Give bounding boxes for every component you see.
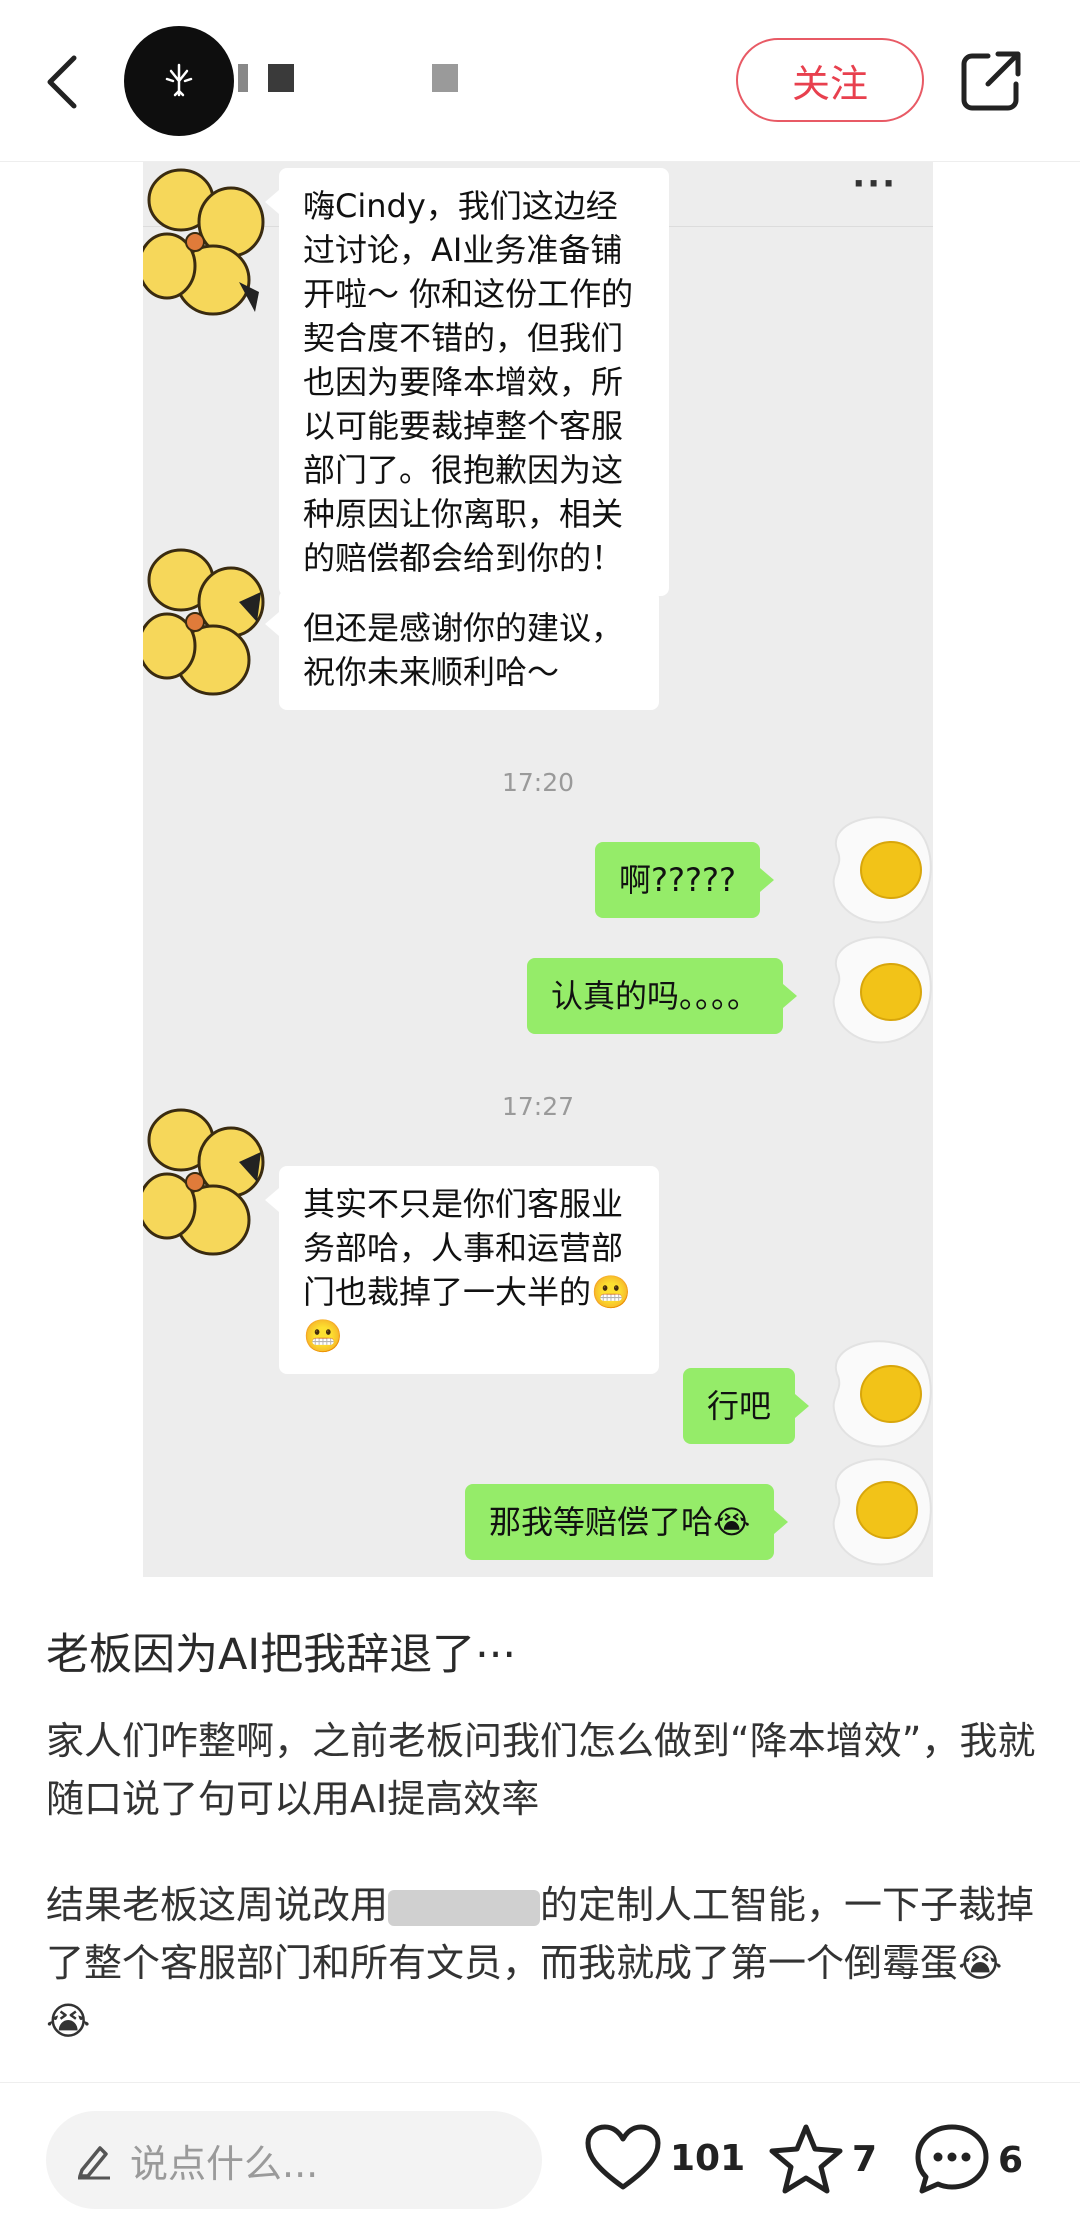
chat-message-outgoing: 那我等赔偿了哈😭 (465, 1484, 789, 1560)
post-paragraph-start: 结果老板这周说改用 (46, 1883, 389, 1927)
post-title: 老板因为AI把我辞退了··· (46, 1630, 517, 1680)
comment-icon (915, 2124, 989, 2194)
avatar-logo-icon (165, 63, 193, 97)
share-icon (961, 51, 1021, 111)
heart-icon (585, 2124, 661, 2190)
chat-message-outgoing: 认真的吗。。。。 (527, 958, 798, 1034)
chat-message-outgoing: 啊????? (595, 842, 774, 918)
comment-input[interactable]: 说点什么... (46, 2111, 542, 2209)
top-bar: 关注 (0, 0, 1080, 162)
author-avatar[interactable] (124, 26, 234, 136)
share-button[interactable] (958, 48, 1024, 114)
chat-message-incoming: 但还是感谢你的建议，祝你未来顺利哈～ (265, 590, 659, 710)
chat-timestamp: 17:20 (501, 768, 575, 797)
comment-button[interactable]: 6 (914, 2123, 1023, 2197)
fried-egg-avatar-icon (832, 1340, 932, 1448)
back-arrow-icon (47, 55, 77, 109)
pencil-icon (78, 2146, 110, 2180)
star-icon (769, 2124, 843, 2194)
comment-count: 6 (998, 2139, 1024, 2181)
fried-egg-avatar-icon (832, 936, 932, 1044)
author-name-redacted (238, 64, 248, 92)
flower-avatar-icon (143, 168, 265, 316)
chat-more-icon: ··· (852, 164, 897, 204)
collect-button[interactable]: 7 (768, 2123, 877, 2195)
fried-egg-avatar-icon (832, 1458, 932, 1566)
back-button[interactable] (38, 50, 86, 114)
author-name-redacted (432, 64, 458, 92)
bottom-action-bar: 说点什么... 101 7 6 (0, 2082, 1080, 2218)
post-paragraph: 家人们咋整啊，之前老板问我们怎么做到“降本增效”，我就随口说了句可以用AI提高效… (46, 1719, 1036, 1821)
fried-egg-avatar-icon (832, 816, 932, 924)
chat-message-incoming: 其实不只是你们客服业务部哈，人事和运营部门也裁掉了一大半的😬😬 (265, 1166, 659, 1374)
chat-screenshot-image[interactable]: HR Emily ··· 嗨Cindy，我们这边经过讨论，AI业务准备铺开啦～ … (143, 162, 933, 1577)
redacted-text (388, 1889, 541, 1926)
chat-message-outgoing: 行吧 (683, 1368, 810, 1444)
flower-avatar-icon (143, 1108, 265, 1256)
flower-avatar-icon (143, 548, 265, 696)
author-name-redacted (268, 64, 294, 92)
follow-button[interactable]: 关注 (736, 38, 924, 122)
comment-placeholder: 说点什么... (130, 2141, 319, 2186)
like-button[interactable]: 101 (584, 2123, 745, 2193)
like-count: 101 (670, 2137, 746, 2179)
chat-message-incoming: 嗨Cindy，我们这边经过讨论，AI业务准备铺开啦～ 你和这份工作的契合度不错的… (265, 168, 669, 596)
collect-count: 7 (852, 2138, 878, 2180)
post-paragraph: 结果老板这周说改用 的定制人工智能，一下子裁掉了整个客服部门和所有文员，而我就成了… (46, 1876, 1036, 2050)
